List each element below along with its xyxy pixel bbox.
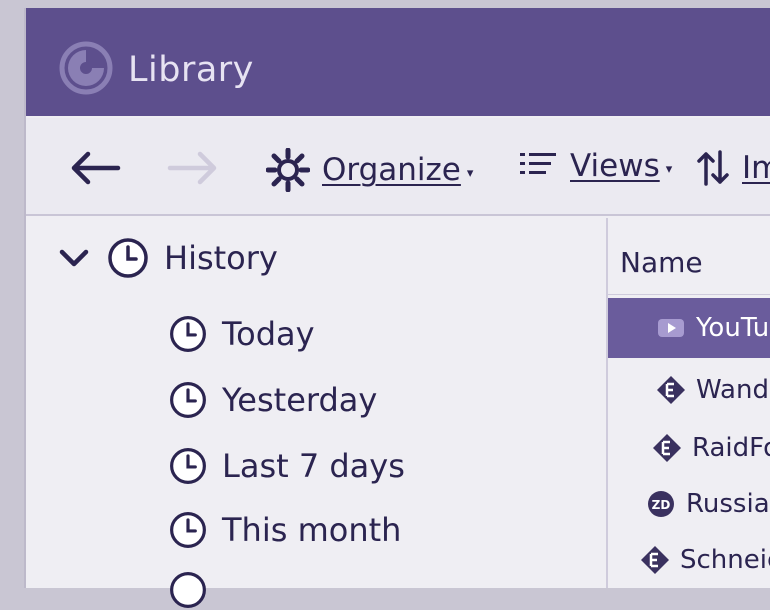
toolbar: Organize ▾ Views ▾ Im [26, 118, 770, 216]
tree-item-history[interactable]: History [56, 236, 278, 280]
list-item-label: Schneier [680, 545, 770, 575]
window-title: Library [128, 50, 254, 90]
list-item-label: YouTu [696, 313, 770, 343]
views-button[interactable]: Views ▾ [520, 148, 672, 184]
tree-item-this-month[interactable]: This month [168, 510, 401, 550]
import-label: Im [742, 150, 770, 186]
list-item[interactable]: Schneier [608, 530, 770, 590]
places-list: Name YouTu Wande RaidFor [608, 218, 770, 588]
list-item[interactable]: ZD Russian [608, 474, 770, 534]
tree-item-label: History [164, 239, 278, 277]
site-favicon-icon [653, 434, 681, 462]
history-tree: History Today Yesterday Last 7 days This… [26, 218, 606, 608]
clock-icon [170, 572, 206, 608]
gear-icon [266, 148, 310, 192]
tree-item-yesterday[interactable]: Yesterday [168, 380, 377, 420]
import-backup-button[interactable]: Im [696, 148, 770, 188]
column-header-label: Name [620, 246, 703, 279]
tree-item-label: Today [222, 315, 315, 353]
chevron-down-icon[interactable] [56, 240, 92, 276]
views-label: Views [570, 148, 660, 184]
clock-icon [170, 512, 206, 548]
library-window: Library Organize ▾ Views ▾ Im History To… [24, 8, 770, 608]
list-item-label: RaidFor [692, 433, 770, 463]
tree-item-label: Last 7 days [222, 447, 405, 485]
list-item[interactable]: RaidFor [608, 418, 770, 478]
list-item[interactable]: YouTu [608, 298, 770, 358]
clock-icon [170, 382, 206, 418]
svg-text:ZD: ZD [652, 498, 671, 512]
tree-item-today[interactable]: Today [168, 314, 315, 354]
clock-icon [108, 238, 148, 278]
zdnet-favicon-icon: ZD [648, 491, 674, 517]
arrow-right-icon [167, 151, 217, 185]
arrow-left-icon [71, 151, 121, 185]
sort-arrows-icon [697, 150, 729, 186]
list-view-icon [520, 153, 556, 174]
youtube-play-icon [658, 319, 684, 337]
clock-icon [170, 316, 206, 352]
list-item-label: Russian [686, 489, 770, 519]
chevron-down-icon: ▾ [665, 161, 673, 177]
tree-item-label: This month [222, 511, 402, 549]
list-item-label: Wande [696, 375, 770, 405]
firefox-logo-icon [59, 41, 113, 95]
chevron-down-icon: ▾ [466, 165, 474, 181]
tree-item-partial[interactable] [168, 570, 222, 610]
tree-item-last-7-days[interactable]: Last 7 days [168, 446, 405, 486]
back-button[interactable] [66, 148, 122, 188]
site-favicon-icon [657, 376, 685, 404]
tree-item-label: Yesterday [222, 381, 378, 419]
organize-button[interactable]: Organize ▾ [266, 148, 473, 192]
clock-icon [170, 448, 206, 484]
title-bar[interactable]: Library [26, 8, 770, 116]
list-item[interactable]: Wande [608, 360, 770, 420]
site-favicon-icon [641, 546, 669, 574]
forward-button[interactable] [166, 148, 222, 188]
column-header-name[interactable]: Name [608, 218, 770, 295]
organize-label: Organize [322, 152, 461, 188]
